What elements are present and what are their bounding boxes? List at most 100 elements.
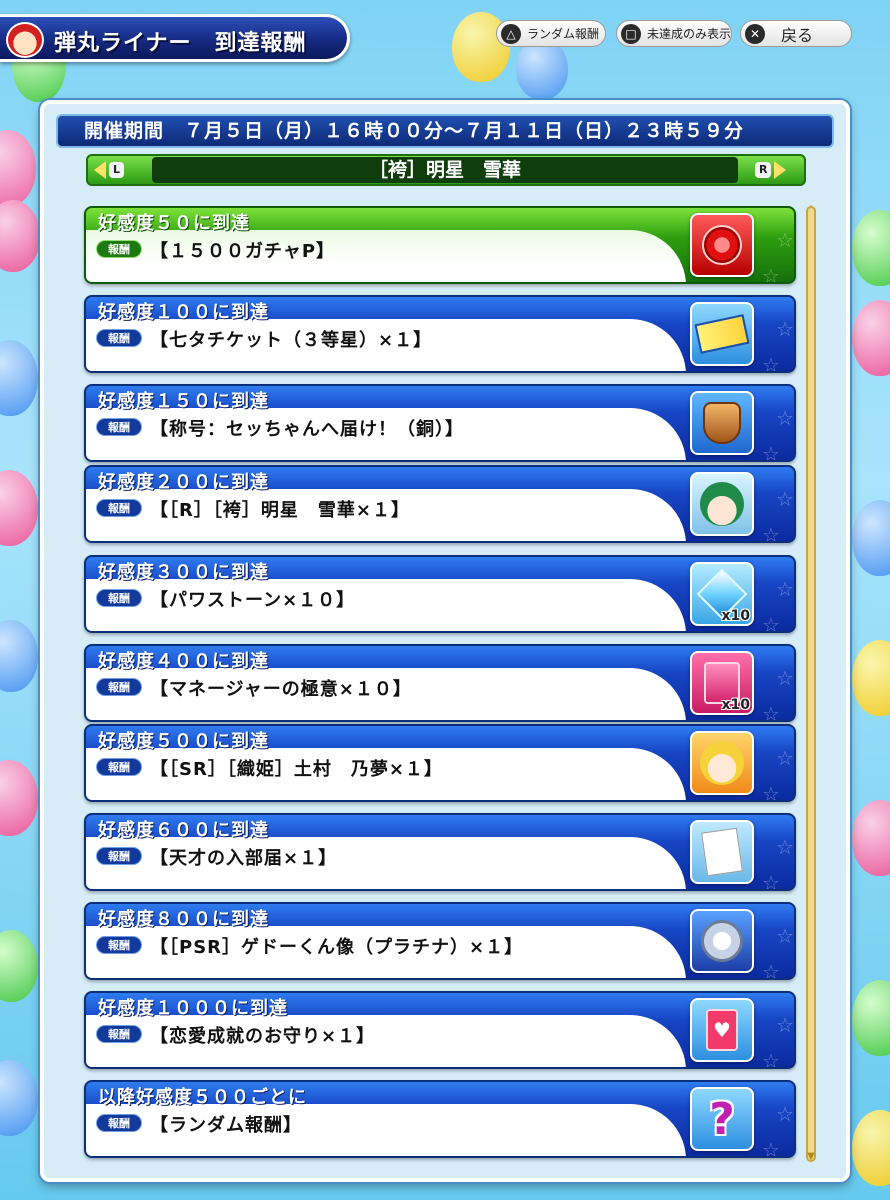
reward-row[interactable]: ☆☆☆好感度２００に到達報酬【［R］［袴］明星 雪華×１】 bbox=[84, 465, 796, 543]
reward-item-name: 【七タチケット（３等星）×１】 bbox=[150, 330, 433, 351]
reward-badge: 報酬 bbox=[96, 1025, 142, 1043]
star-decoration-icon: ☆ bbox=[776, 317, 794, 341]
reward-badge: 報酬 bbox=[96, 240, 142, 258]
back-label: 戻る bbox=[781, 25, 814, 45]
square-button-icon: □ bbox=[621, 23, 641, 44]
star-decoration-icon: ☆ bbox=[762, 782, 780, 802]
reward-condition: 好感度６００に到達 bbox=[98, 820, 269, 841]
balloon-decoration bbox=[0, 340, 38, 416]
back-button[interactable]: ✕ 戻る bbox=[740, 20, 852, 47]
reward-condition: 好感度２００に到達 bbox=[98, 472, 269, 493]
reward-badge: 報酬 bbox=[96, 758, 142, 776]
character-card-sr-icon[interactable] bbox=[690, 731, 754, 795]
balloon-decoration bbox=[0, 930, 38, 1002]
star-decoration-icon: ☆ bbox=[776, 746, 794, 770]
reward-condition: 好感度１０００に到達 bbox=[98, 998, 288, 1019]
reward-badge: 報酬 bbox=[96, 499, 142, 517]
character-name: ［袴］明星 雪華 bbox=[152, 157, 738, 183]
item-quantity: x10 bbox=[721, 608, 750, 624]
star-decoration-icon: ☆ bbox=[762, 871, 780, 891]
screen-title-bar: 弾丸ライナー 到達報酬 bbox=[0, 14, 350, 62]
previous-character-button[interactable]: L bbox=[94, 160, 127, 180]
reward-condition: 好感度１００に到達 bbox=[98, 302, 269, 323]
balloon-decoration bbox=[0, 760, 38, 836]
balloon-decoration bbox=[852, 210, 890, 286]
balloon-decoration bbox=[852, 640, 890, 716]
love-charm-icon[interactable]: ♥ bbox=[690, 998, 754, 1062]
star-decoration-icon: ☆ bbox=[776, 577, 794, 601]
star-decoration-icon: ☆ bbox=[776, 666, 794, 690]
reward-condition: 好感度５００に到達 bbox=[98, 731, 269, 752]
reward-item-name: 【天才の入部届×１】 bbox=[150, 848, 338, 869]
balloon-decoration bbox=[852, 1110, 890, 1186]
reward-item-name: 【マネージャーの極意×１０】 bbox=[150, 679, 412, 700]
star-decoration-icon: ☆ bbox=[762, 1049, 780, 1069]
reward-badge: 報酬 bbox=[96, 936, 142, 954]
star-decoration-icon: ☆ bbox=[776, 228, 794, 252]
reward-item-name: 【［R］［袴］明星 雪華×１】 bbox=[150, 500, 410, 521]
star-decoration-icon: ☆ bbox=[776, 1013, 794, 1037]
reward-item-name: 【称号：セッちゃんへ届け！（銅）】 bbox=[150, 419, 464, 440]
question-mark-icon[interactable]: ? bbox=[690, 1087, 754, 1151]
reward-row[interactable]: ☆☆☆以降好感度５００ごとに報酬【ランダム報酬】? bbox=[84, 1080, 796, 1158]
star-decoration-icon: ☆ bbox=[762, 960, 780, 980]
reward-row[interactable]: ☆☆☆好感度５０に到達報酬【１５００ガチャP】 bbox=[84, 206, 796, 284]
reward-item-name: 【［PSR］ゲドーくん像（プラチナ）×１】 bbox=[150, 937, 524, 958]
cross-button-icon: ✕ bbox=[745, 23, 765, 44]
star-decoration-icon: ☆ bbox=[762, 1138, 780, 1158]
star-decoration-icon: ☆ bbox=[762, 702, 780, 722]
reward-row[interactable]: ☆☆☆好感度１００に到達報酬【七タチケット（３等星）×１】 bbox=[84, 295, 796, 373]
reward-row[interactable]: ☆☆☆好感度３００に到達報酬【パワストーン×１０】x10 bbox=[84, 555, 796, 633]
reward-condition: 好感度５０に到達 bbox=[98, 213, 250, 234]
arrow-left-icon bbox=[94, 161, 106, 179]
scrollbar[interactable] bbox=[806, 206, 816, 1162]
r-key-label: R bbox=[755, 162, 772, 178]
random-reward-button[interactable]: △ ランダム報酬 bbox=[496, 20, 606, 47]
random-reward-label: ランダム報酬 bbox=[527, 27, 600, 41]
reward-row[interactable]: ☆☆☆好感度１５０に到達報酬【称号：セッちゃんへ届け！（銅）】 bbox=[84, 384, 796, 462]
bronze-title-badge-icon[interactable] bbox=[690, 391, 754, 455]
balloon-decoration bbox=[0, 620, 38, 692]
statue-card-psr-icon[interactable] bbox=[690, 909, 754, 973]
balloon-decoration bbox=[516, 38, 568, 100]
tanabata-ticket-icon[interactable] bbox=[690, 302, 754, 366]
reward-row[interactable]: ☆☆☆好感度４００に到達報酬【マネージャーの極意×１０】x10 bbox=[84, 644, 796, 722]
balloon-decoration bbox=[0, 470, 38, 546]
gacha-point-coin-icon[interactable] bbox=[690, 213, 754, 277]
reward-badge: 報酬 bbox=[96, 589, 142, 607]
character-card-r-icon[interactable] bbox=[690, 472, 754, 536]
reward-condition: 好感度４００に到達 bbox=[98, 651, 269, 672]
manager-secret-icon[interactable]: x10 bbox=[690, 651, 754, 715]
reward-row[interactable]: ☆☆☆好感度５００に到達報酬【［SR］［織姫］土村 乃夢×１】 bbox=[84, 724, 796, 802]
reward-row[interactable]: ☆☆☆好感度６００に到達報酬【天才の入部届×１】 bbox=[84, 813, 796, 891]
balloon-decoration bbox=[0, 1060, 38, 1136]
star-decoration-icon: ☆ bbox=[762, 523, 780, 543]
item-quantity: x10 bbox=[721, 697, 750, 713]
triangle-button-icon: △ bbox=[501, 23, 521, 44]
scroll-down-arrow-icon[interactable]: ▼ bbox=[803, 1152, 819, 1162]
arrow-right-icon bbox=[774, 161, 787, 179]
club-application-form-icon[interactable] bbox=[690, 820, 754, 884]
reward-badge: 報酬 bbox=[96, 329, 142, 347]
reward-badge: 報酬 bbox=[96, 678, 142, 696]
reward-row[interactable]: ☆☆☆好感度８００に到達報酬【［PSR］ゲドーくん像（プラチナ）×１】 bbox=[84, 902, 796, 980]
reward-item-name: 【パワストーン×１０】 bbox=[150, 590, 356, 611]
star-decoration-icon: ☆ bbox=[776, 924, 794, 948]
show-incomplete-only-button[interactable]: □ 未達成のみ表示 bbox=[616, 20, 732, 47]
reward-badge: 報酬 bbox=[96, 1114, 142, 1132]
reward-badge: 報酬 bbox=[96, 418, 142, 436]
power-stone-icon[interactable]: x10 bbox=[690, 562, 754, 626]
next-character-button[interactable]: R bbox=[752, 160, 787, 180]
reward-row[interactable]: ☆☆☆好感度１０００に到達報酬【恋愛成就のお守り×１】♥ bbox=[84, 991, 796, 1069]
star-decoration-icon: ☆ bbox=[776, 1102, 794, 1126]
star-decoration-icon: ☆ bbox=[776, 835, 794, 859]
star-decoration-icon: ☆ bbox=[776, 487, 794, 511]
star-decoration-icon: ☆ bbox=[762, 442, 780, 462]
reward-item-name: 【１５００ガチャP】 bbox=[150, 241, 336, 262]
balloon-decoration bbox=[852, 500, 890, 576]
reward-badge: 報酬 bbox=[96, 847, 142, 865]
balloon-decoration bbox=[852, 800, 890, 876]
l-key-label: L bbox=[109, 162, 125, 178]
reward-item-name: 【恋愛成就のお守り×１】 bbox=[150, 1026, 376, 1047]
screen-title: 弾丸ライナー 到達報酬 bbox=[54, 31, 307, 56]
